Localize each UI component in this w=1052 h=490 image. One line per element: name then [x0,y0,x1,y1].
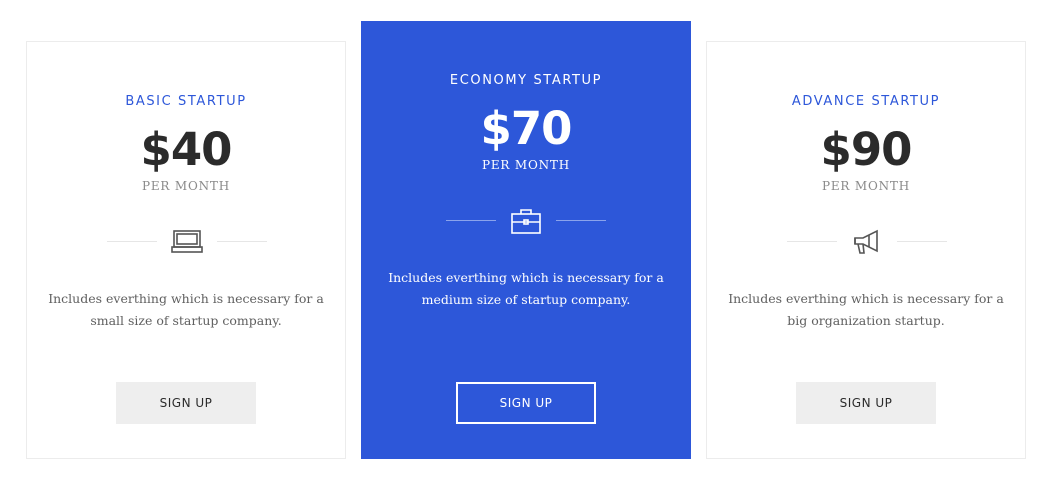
laptop-icon [171,228,203,256]
plan-period: PER MONTH [822,179,910,193]
plan-description: Includes everthing which is necessary fo… [388,270,664,307]
megaphone-icon [851,228,883,256]
plan-price: $40 [140,123,233,176]
pricing-card-advance: ADVANCE STARTUP $90 PER MONTH Includes e… [706,41,1026,459]
plan-price: $70 [480,102,573,155]
divider-left [787,241,837,242]
divider-right [556,220,606,221]
plan-name: BASIC STARTUP [125,94,247,109]
plan-name: ECONOMY STARTUP [449,73,603,88]
pricing-card-basic: BASIC STARTUP $40 PER MONTH Includes eve… [26,41,346,459]
pricing-card-economy: ECONOMY STARTUP $70 PER MONTH Includes e… [361,21,691,459]
divider-left [107,241,157,242]
plan-name: ADVANCE STARTUP [791,94,941,109]
plan-price: $90 [820,123,913,176]
divider-left [446,220,496,221]
divider-right [217,241,267,242]
sign-up-button[interactable]: SIGN UP [796,382,936,424]
plan-description: Includes everthing which is necessary fo… [728,291,1004,328]
divider-right [897,241,947,242]
plan-period: PER MONTH [142,179,230,193]
briefcase-icon [510,207,542,235]
plan-description: Includes everthing which is necessary fo… [48,291,324,328]
plan-period: PER MONTH [482,158,570,172]
sign-up-button[interactable]: SIGN UP [116,382,256,424]
sign-up-button[interactable]: SIGN UP [456,382,596,424]
